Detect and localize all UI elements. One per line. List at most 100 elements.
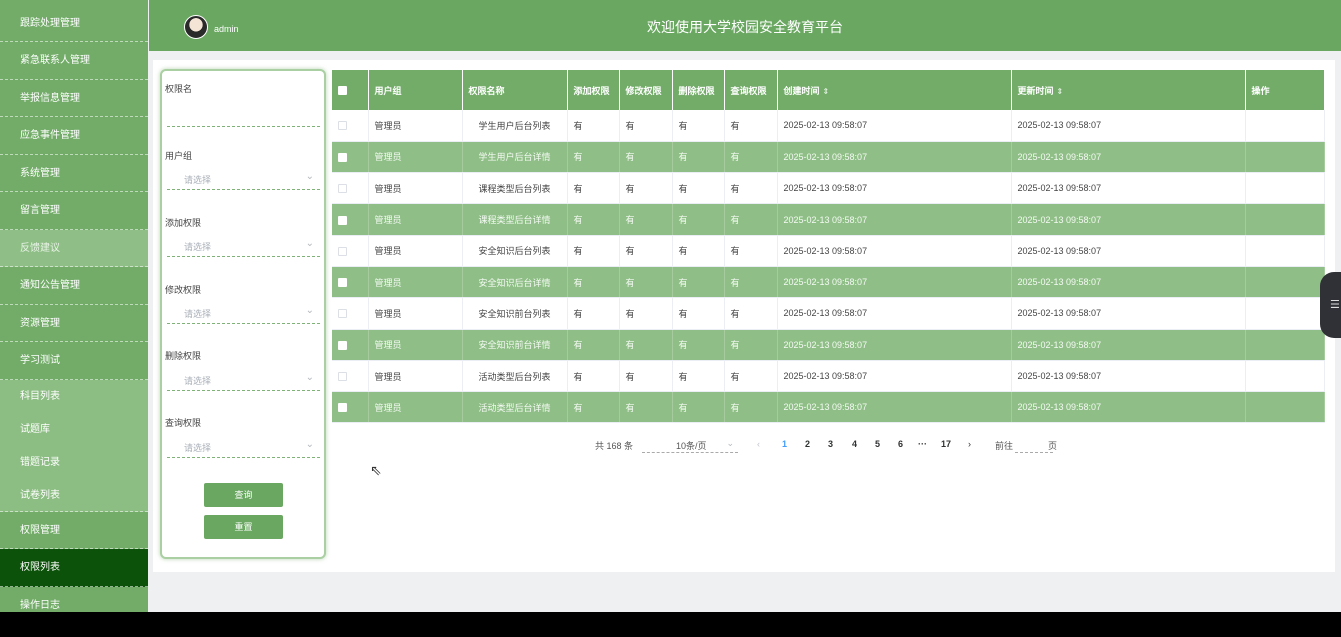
sidebar-item-permission-list[interactable]: 权限列表 bbox=[0, 549, 148, 587]
cell-query: 有 bbox=[724, 329, 778, 361]
cell-updated: 2025-02-13 09:58:07 bbox=[1011, 235, 1246, 267]
page-unit-label: 页 bbox=[1048, 441, 1058, 451]
col-query: 查询权限 bbox=[724, 70, 778, 110]
cell-edit: 有 bbox=[619, 297, 673, 330]
sidebar-item-question-bank[interactable]: 试题库 bbox=[0, 412, 148, 446]
query-perm-placeholder: 请选择 bbox=[184, 443, 212, 453]
cell-query: 有 bbox=[724, 391, 778, 424]
page-4[interactable]: 4 bbox=[852, 439, 857, 449]
chevron-down-icon: ⌄ bbox=[305, 238, 314, 249]
cell-updated: 2025-02-13 09:58:07 bbox=[1011, 297, 1246, 330]
cell-edit: 有 bbox=[619, 141, 673, 174]
sidebar-item-tracking[interactable]: 跟踪处理管理 bbox=[0, 0, 148, 42]
pagination-total: 共 168 条 bbox=[595, 441, 634, 451]
row-checkbox[interactable] bbox=[332, 329, 369, 361]
user-group-placeholder: 请选择 bbox=[184, 175, 212, 185]
row-checkbox[interactable] bbox=[332, 172, 369, 205]
page-3[interactable]: 3 bbox=[828, 439, 833, 449]
col-updated[interactable]: 更新时间 ⇕ bbox=[1011, 70, 1246, 110]
prev-page-icon[interactable]: ‹ bbox=[757, 439, 760, 449]
row-checkbox[interactable] bbox=[332, 391, 369, 424]
query-perm-select[interactable]: 请选择 ⌄ bbox=[167, 436, 320, 458]
cell-updated: 2025-02-13 09:58:07 bbox=[1011, 329, 1246, 361]
cell-delete: 有 bbox=[672, 235, 725, 267]
sort-icon[interactable]: ⇕ bbox=[1057, 87, 1064, 96]
cell-created: 2025-02-13 09:58:07 bbox=[777, 266, 1012, 299]
cell-updated: 2025-02-13 09:58:07 bbox=[1011, 391, 1246, 424]
search-button[interactable]: 查询 bbox=[204, 483, 283, 507]
sidebar-item-emergency-events[interactable]: 应急事件管理 bbox=[0, 117, 148, 155]
cell-created: 2025-02-13 09:58:07 bbox=[777, 203, 1012, 236]
sidebar-item-operation-log[interactable]: 操作日志 bbox=[0, 587, 148, 613]
delete-perm-select[interactable]: 请选择 ⌄ bbox=[167, 369, 320, 391]
row-checkbox[interactable] bbox=[332, 360, 369, 393]
col-updated-label: 更新时间 bbox=[1017, 85, 1054, 96]
edit-perm-placeholder: 请选择 bbox=[184, 309, 212, 319]
table-row: 管理员 安全知识前台列表 有 有 有 有 2025-02-13 09:58:07… bbox=[332, 297, 1325, 330]
goto-label: 前往 bbox=[995, 441, 1014, 451]
sidebar-item-papers[interactable]: 试卷列表 bbox=[0, 478, 148, 512]
side-drawer-handle[interactable]: ☰ bbox=[1320, 272, 1341, 338]
reset-button[interactable]: 重置 bbox=[204, 515, 283, 539]
page-2[interactable]: 2 bbox=[805, 439, 810, 449]
sidebar-item-reports[interactable]: 举报信息管理 bbox=[0, 80, 148, 117]
cell-add: 有 bbox=[567, 172, 620, 205]
cell-delete: 有 bbox=[672, 203, 725, 236]
page-5[interactable]: 5 bbox=[875, 439, 880, 449]
cell-delete: 有 bbox=[672, 266, 725, 299]
row-checkbox[interactable] bbox=[332, 203, 369, 236]
row-checkbox[interactable] bbox=[332, 266, 369, 299]
page-title: 欢迎使用大学校园安全教育平台 bbox=[647, 20, 843, 36]
cell-group: 管理员 bbox=[368, 329, 463, 361]
cell-edit: 有 bbox=[619, 235, 673, 267]
row-checkbox[interactable] bbox=[332, 235, 369, 267]
table-row: 管理员 课程类型后台详情 有 有 有 有 2025-02-13 09:58:07… bbox=[332, 203, 1325, 236]
cell-updated: 2025-02-13 09:58:07 bbox=[1011, 110, 1246, 142]
cell-add: 有 bbox=[567, 391, 620, 424]
row-checkbox[interactable] bbox=[332, 110, 369, 142]
perm-name-input[interactable] bbox=[167, 106, 320, 127]
cell-edit: 有 bbox=[619, 266, 673, 299]
row-checkbox[interactable] bbox=[332, 297, 369, 330]
sidebar-item-learning-test[interactable]: 学习测试 bbox=[0, 342, 148, 380]
sidebar-item-system[interactable]: 系统管理 bbox=[0, 155, 148, 192]
cell-query: 有 bbox=[724, 360, 778, 393]
page-size-select[interactable]: 10条/页 ⌄ bbox=[642, 437, 738, 453]
sidebar-item-resources[interactable]: 资源管理 bbox=[0, 305, 148, 342]
cell-group: 管理员 bbox=[368, 172, 463, 205]
cell-actions bbox=[1245, 329, 1325, 361]
page-ellipsis[interactable]: ··· bbox=[918, 439, 927, 449]
cell-group: 管理员 bbox=[368, 266, 463, 299]
cell-updated: 2025-02-13 09:58:07 bbox=[1011, 172, 1246, 205]
sidebar: 跟踪处理管理 紧急联系人管理 举报信息管理 应急事件管理 系统管理 留言管理 反… bbox=[0, 0, 148, 612]
cell-name: 活动类型后台列表 bbox=[462, 360, 568, 393]
sidebar-item-feedback[interactable]: 反馈建议 bbox=[0, 229, 148, 267]
select-all-checkbox[interactable] bbox=[332, 70, 369, 110]
cell-created: 2025-02-13 09:58:07 bbox=[777, 329, 1012, 361]
table-row: 管理员 安全知识后台列表 有 有 有 有 2025-02-13 09:58:07… bbox=[332, 235, 1325, 267]
edit-perm-select[interactable]: 请选择 ⌄ bbox=[167, 302, 320, 324]
cell-group: 管理员 bbox=[368, 235, 463, 267]
user-group-select[interactable]: 请选择 ⌄ bbox=[167, 168, 320, 190]
page-1[interactable]: 1 bbox=[782, 439, 787, 449]
table-row: 管理员 学生用户后台列表 有 有 有 有 2025-02-13 09:58:07… bbox=[332, 110, 1325, 142]
sidebar-item-emergency-contacts[interactable]: 紧急联系人管理 bbox=[0, 42, 148, 80]
sidebar-item-permission-mgmt[interactable]: 权限管理 bbox=[0, 512, 148, 549]
page-17[interactable]: 17 bbox=[941, 439, 951, 449]
col-perm-name: 权限名称 bbox=[462, 70, 568, 110]
sort-icon[interactable]: ⇕ bbox=[823, 87, 830, 96]
page-6[interactable]: 6 bbox=[898, 439, 903, 449]
sidebar-item-wrong-answers[interactable]: 错题记录 bbox=[0, 445, 148, 479]
top-header: admin 欢迎使用大学校园安全教育平台 bbox=[149, 0, 1341, 51]
add-perm-select[interactable]: 请选择 ⌄ bbox=[167, 235, 320, 257]
sidebar-item-messages[interactable]: 留言管理 bbox=[0, 192, 148, 230]
cell-created: 2025-02-13 09:58:07 bbox=[777, 391, 1012, 424]
cell-name: 安全知识后台详情 bbox=[462, 266, 568, 299]
col-created[interactable]: 创建时间 ⇕ bbox=[777, 70, 1012, 110]
row-checkbox[interactable] bbox=[332, 141, 369, 174]
sidebar-item-subjects[interactable]: 科目列表 bbox=[0, 379, 148, 413]
col-created-label: 创建时间 bbox=[783, 85, 820, 96]
next-page-icon[interactable]: › bbox=[968, 439, 971, 449]
cell-group: 管理员 bbox=[368, 360, 463, 393]
sidebar-item-notices[interactable]: 通知公告管理 bbox=[0, 267, 148, 305]
